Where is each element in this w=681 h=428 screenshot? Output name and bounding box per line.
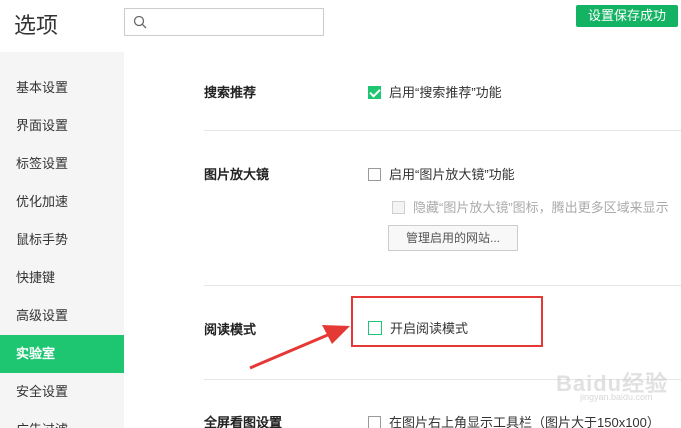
sidebar-item-basic[interactable]: 基本设置 — [0, 69, 124, 107]
option-search-recommend[interactable]: 启用“搜索推荐”功能 — [368, 82, 502, 101]
option-fullscreen-toolbar[interactable]: 在图片右上角显示工具栏（图片大于150x100） — [368, 412, 660, 428]
checkbox-checked[interactable] — [368, 86, 381, 99]
divider — [204, 130, 681, 131]
option-label: 启用“搜索推荐”功能 — [389, 85, 502, 100]
section-label-search-recommend: 搜索推荐 — [204, 85, 257, 100]
search-icon — [133, 15, 147, 29]
watermark-url: jingyan.baidu.com — [580, 392, 653, 402]
option-label: 启用“图片放大镜”功能 — [389, 167, 515, 182]
checkbox[interactable] — [368, 416, 381, 428]
sidebar-item-optimize[interactable]: 优化加速 — [0, 183, 124, 221]
sidebar-item-security[interactable]: 安全设置 — [0, 373, 124, 411]
option-hide-magnifier-icon: 隐藏“图片放大镜”图标，腾出更多区域来显示 — [392, 197, 669, 216]
option-label: 在图片右上角显示工具栏（图片大于150x100） — [389, 415, 660, 428]
section-label-image-magnifier: 图片放大镜 — [204, 167, 270, 182]
divider — [204, 285, 681, 286]
sidebar-item-shortcuts[interactable]: 快捷键 — [0, 259, 124, 297]
sidebar-item-lab[interactable]: 实验室 — [0, 335, 124, 373]
sidebar-item-advanced[interactable]: 高级设置 — [0, 297, 124, 335]
sidebar-item-interface[interactable]: 界面设置 — [0, 107, 124, 145]
section-label-reading-mode: 阅读模式 — [204, 322, 257, 337]
checkbox[interactable] — [368, 168, 381, 181]
header: 选项 设置保存成功 — [0, 0, 681, 52]
option-image-magnifier[interactable]: 启用“图片放大镜”功能 — [368, 164, 515, 183]
save-status-badge: 设置保存成功 — [576, 5, 678, 27]
section-label-fullscreen-image: 全屏看图设置 — [204, 415, 283, 428]
page-title: 选项 — [14, 13, 59, 38]
manage-sites-button[interactable]: 管理启用的网站... — [388, 225, 518, 251]
sidebar-item-adblock[interactable]: 广告过滤 — [0, 411, 124, 428]
sidebar-item-tabs[interactable]: 标签设置 — [0, 145, 124, 183]
annotation-highlight-box — [351, 296, 543, 347]
sidebar-item-mouse-gestures[interactable]: 鼠标手势 — [0, 221, 124, 259]
sidebar: 基本设置 界面设置 标签设置 优化加速 鼠标手势 快捷键 高级设置 实验室 安全… — [0, 52, 124, 428]
search-input[interactable] — [124, 8, 324, 36]
option-label: 隐藏“图片放大镜”图标，腾出更多区域来显示 — [413, 200, 669, 215]
checkbox-disabled — [392, 201, 405, 214]
